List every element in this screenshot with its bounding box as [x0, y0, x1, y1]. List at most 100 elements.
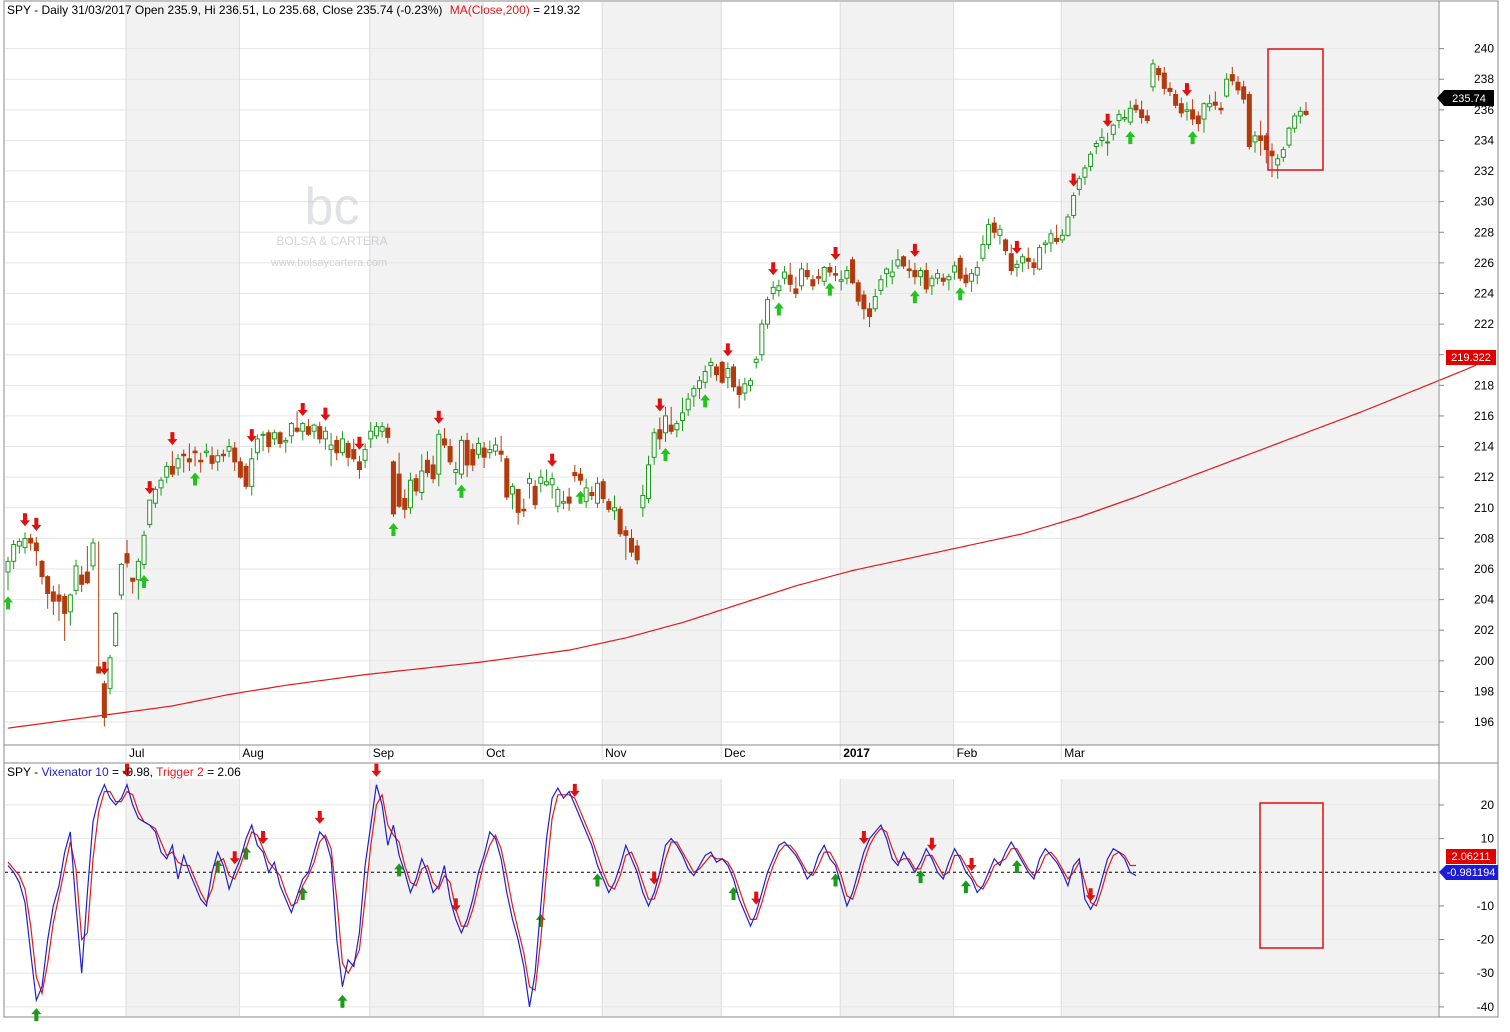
candle-body [436, 433, 442, 475]
candle-body [96, 666, 102, 674]
candle-body [254, 438, 260, 454]
candle-body [1156, 68, 1162, 76]
candle-body [118, 563, 124, 596]
candle-body [1212, 101, 1218, 106]
candle-body [821, 266, 827, 282]
candle [504, 455, 510, 501]
candle-body [220, 453, 226, 457]
price-tick-label: 224 [1474, 286, 1494, 300]
candle [113, 611, 119, 648]
candle-body [124, 553, 130, 564]
candle [617, 506, 623, 537]
candle-body [1241, 86, 1247, 100]
candle-body [90, 542, 96, 567]
candle-body [1258, 135, 1264, 141]
candle-body [617, 508, 623, 535]
candle-body [844, 270, 850, 279]
candle-body [776, 285, 782, 291]
candle-body [850, 259, 856, 284]
main-header: SPY - Daily 31/03/2017 Open 235.9, Hi 23… [7, 3, 580, 17]
candle-body [878, 279, 884, 291]
candle-body [1297, 110, 1303, 117]
candle-body [1020, 256, 1026, 264]
chart-svg: bc BOLSA & CARTERA www.bolsaycartera.com… [3, 0, 1499, 1022]
candle-body [532, 485, 538, 506]
candle [1071, 192, 1077, 219]
price-tick-label: 198 [1474, 684, 1494, 698]
main-header-info: SPY - Daily 31/03/2017 Open 235.9, Hi 23… [7, 3, 442, 17]
candle-body [419, 470, 425, 493]
candle-body [1042, 242, 1048, 246]
candle-body [782, 271, 788, 279]
candle-body [685, 398, 691, 411]
candle-body [169, 465, 175, 475]
candle-body [1059, 234, 1065, 241]
candle-body [1105, 141, 1111, 144]
candle-body [334, 439, 340, 454]
month-label: Sep [373, 746, 395, 760]
candle-body [487, 449, 493, 454]
candle-body [827, 266, 833, 273]
candle-body [1207, 103, 1213, 108]
candle-body [872, 296, 878, 310]
price-tick-label: 230 [1474, 195, 1494, 209]
candle-body [164, 465, 170, 478]
osc-header-trigger-label: Trigger 2 [156, 765, 204, 779]
candle-body [538, 476, 544, 484]
candle-body [1076, 178, 1082, 190]
candle-body [317, 426, 323, 440]
candle-body [628, 537, 634, 553]
candle-body [691, 387, 697, 397]
candle-body [1082, 167, 1088, 178]
month-band-osc [1061, 779, 1438, 1016]
candle-body [62, 596, 68, 614]
chart-window: bc BOLSA & CARTERA www.bolsaycartera.com… [0, 0, 1510, 1027]
candle-body [810, 279, 816, 287]
candle-body [328, 444, 334, 451]
candle-body [708, 361, 714, 366]
candle-body [1178, 103, 1184, 114]
candle-body [1218, 107, 1224, 111]
candle-body [1037, 247, 1043, 270]
candle-body [1201, 103, 1207, 120]
candle-body [373, 426, 379, 437]
candle-body [969, 273, 975, 282]
candle-body [957, 257, 963, 279]
watermark-logo: bc [305, 178, 360, 236]
candle-body [390, 461, 396, 515]
candle-body [311, 424, 317, 432]
candle-body [1195, 115, 1201, 125]
candle-body [1246, 94, 1252, 148]
candle-body [215, 455, 221, 463]
candle-body [158, 479, 164, 489]
candle-body [430, 464, 436, 480]
candle-body [5, 560, 11, 573]
price-tick-label: 228 [1474, 225, 1494, 239]
candle-body [441, 438, 447, 446]
candle-body [39, 560, 45, 578]
candle-body [940, 277, 946, 282]
candle-body [1139, 109, 1145, 118]
candle-body [577, 473, 583, 481]
candle-body [1292, 115, 1298, 129]
candle-body [668, 424, 674, 432]
candle-body [379, 426, 385, 432]
candle-body [1054, 237, 1060, 242]
candle-body [606, 501, 612, 510]
candle-body [345, 442, 351, 458]
candle-body [731, 366, 737, 388]
candle-body [736, 386, 742, 396]
candle-body [1031, 262, 1037, 268]
candle-body [260, 433, 266, 436]
candle [731, 363, 737, 392]
candle-body [1229, 74, 1235, 82]
candle-body [719, 361, 725, 383]
candle-body [33, 542, 39, 552]
candle-body [198, 459, 204, 463]
month-band-osc [126, 779, 240, 1016]
candle-body [923, 270, 929, 290]
osc-header-vix-value: = -0.98, [112, 765, 156, 779]
candle-body [918, 270, 924, 278]
candle-body [1286, 127, 1292, 146]
candle-body [946, 276, 952, 281]
